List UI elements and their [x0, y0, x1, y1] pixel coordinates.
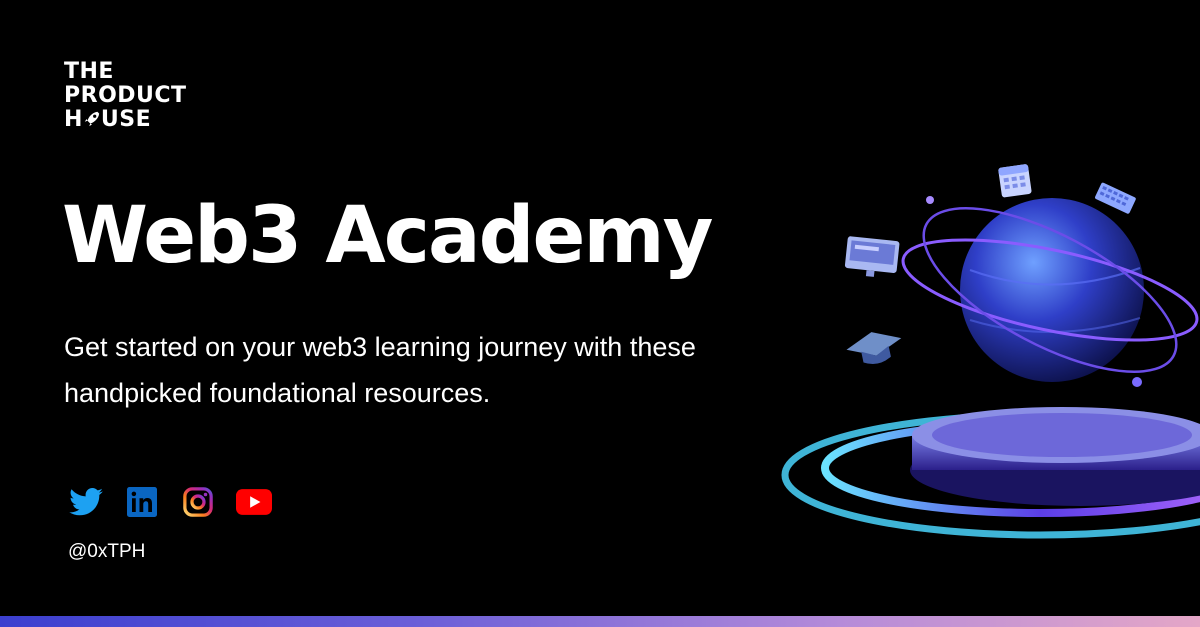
graduation-cap-icon	[846, 332, 902, 364]
logo-line-3-start: H	[64, 107, 83, 132]
social-links	[68, 484, 272, 520]
web3-sphere-illustration	[781, 164, 1200, 539]
monitor-icon	[844, 236, 900, 277]
brand-logo: THE PRODUCT H USE	[64, 60, 187, 132]
logo-line-3-end: USE	[100, 107, 152, 132]
logo-line-2: PRODUCT	[64, 83, 187, 108]
rocket-icon	[84, 111, 100, 127]
logo-line-1: THE	[64, 59, 114, 84]
twitter-link[interactable]	[68, 484, 104, 520]
page-title: Web3 Academy	[62, 191, 714, 281]
youtube-icon	[236, 489, 272, 515]
instagram-link[interactable]	[180, 484, 216, 520]
linkedin-icon	[127, 487, 157, 517]
instagram-icon	[183, 487, 213, 517]
youtube-link[interactable]	[236, 484, 272, 520]
logo-line-3: H USE	[64, 108, 187, 132]
calendar-icon	[998, 164, 1032, 198]
twitter-icon	[69, 488, 103, 516]
page-subtitle: Get started on your web3 learning journe…	[64, 332, 696, 408]
bottom-gradient-bar	[0, 616, 1200, 627]
social-handle: @0xTPH	[68, 541, 146, 562]
globe	[960, 198, 1144, 382]
linkedin-link[interactable]	[124, 484, 160, 520]
keyboard-icon	[1095, 182, 1136, 214]
